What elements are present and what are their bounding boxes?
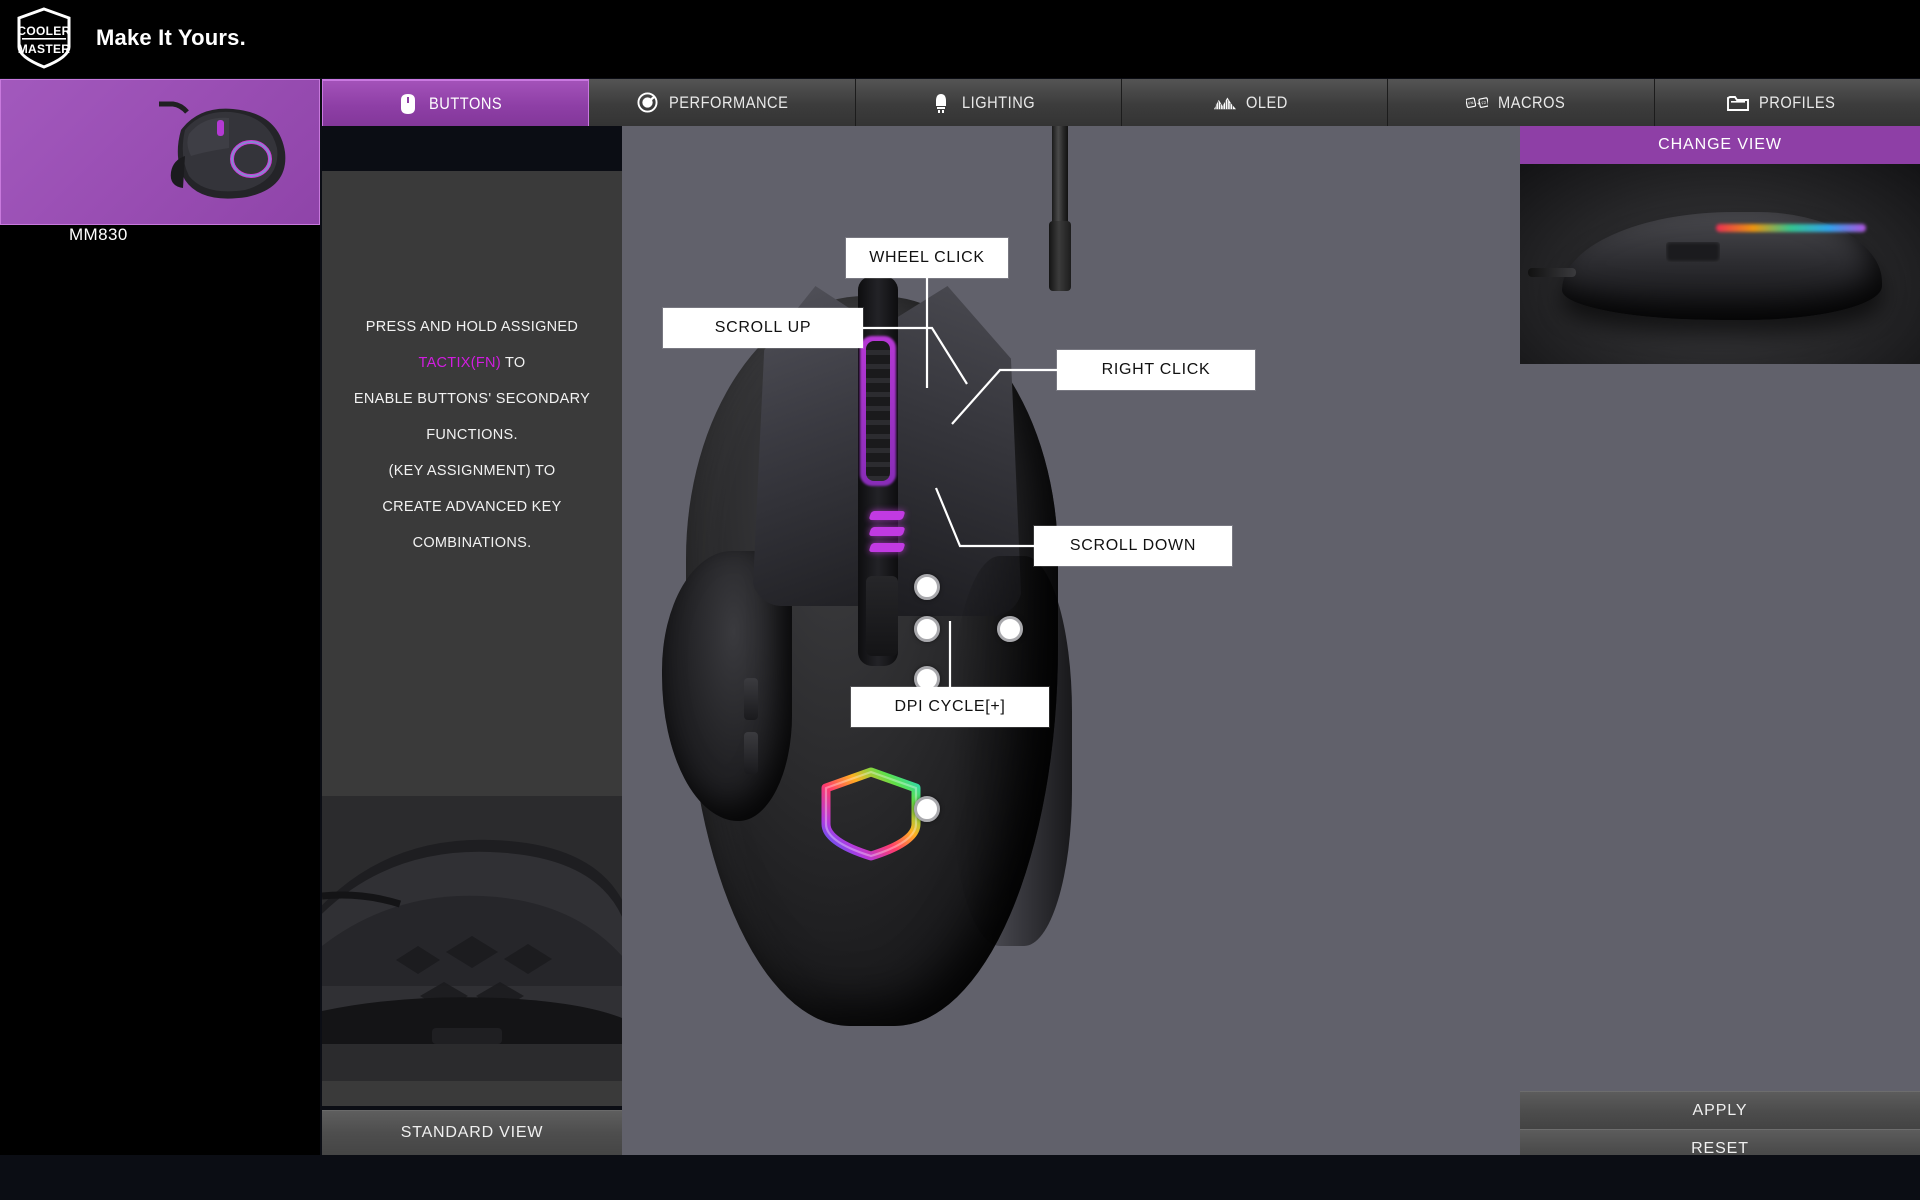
tab-profiles[interactable]: PROFILES [1654, 79, 1920, 126]
callout-right-click-label: RIGHT CLICK [1101, 361, 1211, 378]
svg-text:COOLER: COOLER [17, 24, 70, 38]
rgb-vent [868, 527, 906, 536]
callout-dpi-cycle[interactable]: DPI CYCLE[+] [851, 687, 1049, 727]
rgb-vent [868, 511, 906, 520]
instruction-line4: CREATE ADVANCED KEY COMBINATIONS. [382, 499, 562, 551]
top-header-bar: COOLER MASTER Make It Yours. [0, 0, 1920, 78]
tab-buttons-label: BUTTONS [429, 93, 503, 113]
tab-lighting-label: LIGHTING [961, 92, 1035, 112]
tactix-instruction-text: PRESS AND HOLD ASSIGNED TACTIX(FN) TO EN… [332, 309, 612, 561]
preview-rgb-strip [1716, 224, 1866, 232]
callout-wheel-click-label: WHEEL CLICK [869, 249, 985, 266]
tab-oled[interactable]: OLED [1121, 79, 1389, 126]
change-view-button[interactable]: CHANGE VIEW [1520, 126, 1920, 164]
device-name-label: MM830 [69, 225, 128, 244]
palm-shadow [952, 556, 1072, 946]
cooler-master-logo-icon: COOLER MASTER [13, 7, 75, 69]
rgb-vent [868, 543, 906, 552]
callout-node-right-click[interactable] [997, 616, 1023, 642]
folder-icon [1726, 92, 1749, 114]
instruction-line1-suffix: TO [500, 355, 526, 371]
key-combo-icon: FN + F2 [1465, 92, 1488, 114]
apply-button[interactable]: APPLY [1520, 1091, 1920, 1129]
main-tab-bar: BUTTONS PERFORMANCE LIGHTING OLED FN + F… [322, 79, 1920, 126]
svg-text:FN: FN [1468, 99, 1474, 105]
bottom-status-strip [0, 1155, 1920, 1200]
change-view-label: CHANGE VIEW [1658, 136, 1782, 153]
tab-macros[interactable]: FN + F2 MACROS [1388, 79, 1655, 126]
instruction-line3: (KEY ASSIGNMENT) TO [388, 463, 556, 479]
callout-right-click[interactable]: RIGHT CLICK [1057, 350, 1255, 390]
rgb-vent-stack [868, 511, 906, 567]
mouse-preview-image [1520, 164, 1920, 364]
tab-performance[interactable]: PERFORMANCE [589, 79, 856, 126]
instruction-line2: ENABLE BUTTONS' SECONDARY FUNCTIONS. [353, 391, 591, 443]
mouse-thumbnail-icon [129, 100, 309, 210]
speedometer-icon [637, 92, 659, 114]
cooler-master-rgb-logo [812, 766, 930, 862]
callout-scroll-down-label: SCROLL DOWN [1069, 537, 1197, 554]
callout-dpi-cycle-label: DPI CYCLE[+] [894, 698, 1006, 715]
preview-mouse-cable [1528, 268, 1576, 277]
standard-view-label: STANDARD VIEW [400, 1124, 544, 1141]
tab-buttons[interactable]: BUTTONS [322, 79, 590, 126]
mouse-side-view-image [322, 796, 622, 1081]
callout-scroll-up-label: SCROLL UP [714, 319, 812, 336]
tab-profiles-label: PROFILES [1758, 92, 1836, 112]
mouse-cable [1049, 126, 1071, 291]
callout-node-scroll-up[interactable] [914, 574, 940, 600]
mouse-diagram-stage: WHEEL CLICK SCROLL UP RIGHT CLICK SCROLL… [622, 126, 1520, 1155]
svg-text:MASTER: MASTER [18, 42, 70, 56]
cooler-master-masterplus-app: COOLER MASTER Make It Yours. BUTTONS PER… [0, 0, 1920, 1200]
side-button-back [744, 732, 758, 774]
svg-text:F2: F2 [1481, 99, 1486, 105]
brand-tagline: Make It Yours. [96, 25, 246, 50]
apply-label: APPLY [1692, 1101, 1748, 1119]
callout-scroll-up[interactable]: SCROLL UP [663, 308, 863, 348]
left-device-rail [0, 225, 320, 1155]
led-bulb-icon [930, 92, 952, 114]
preview-oled-screen [1666, 242, 1720, 262]
mouse-illustration: WHEEL CLICK SCROLL UP RIGHT CLICK SCROLL… [622, 126, 1520, 1155]
callout-node-dpi-cycle[interactable] [914, 796, 940, 822]
side-button-forward [744, 678, 758, 720]
tab-macros-label: MACROS [1497, 92, 1566, 112]
standard-view-button[interactable]: STANDARD VIEW [322, 1110, 622, 1155]
tab-lighting[interactable]: LIGHTING [855, 79, 1122, 126]
tab-performance-label: PERFORMANCE [668, 92, 788, 112]
mouse-icon [397, 93, 419, 115]
tactix-fn-highlight: TACTIX(FN) [418, 355, 501, 371]
scroll-wheel-grip [866, 341, 890, 481]
callout-scroll-down[interactable]: SCROLL DOWN [1034, 526, 1232, 566]
callout-wheel-click[interactable]: WHEEL CLICK [846, 238, 1008, 278]
instruction-line1-prefix: PRESS AND HOLD ASSIGNED [365, 319, 579, 335]
dpi-button-plate [866, 576, 898, 656]
buttons-info-panel: PRESS AND HOLD ASSIGNED TACTIX(FN) TO EN… [322, 171, 787, 1106]
callout-node-wheel-click[interactable] [914, 616, 940, 642]
device-card-mm830[interactable]: MM830 [0, 79, 320, 244]
oled-graph-icon [1214, 92, 1237, 114]
tab-oled-label: OLED [1246, 92, 1289, 112]
